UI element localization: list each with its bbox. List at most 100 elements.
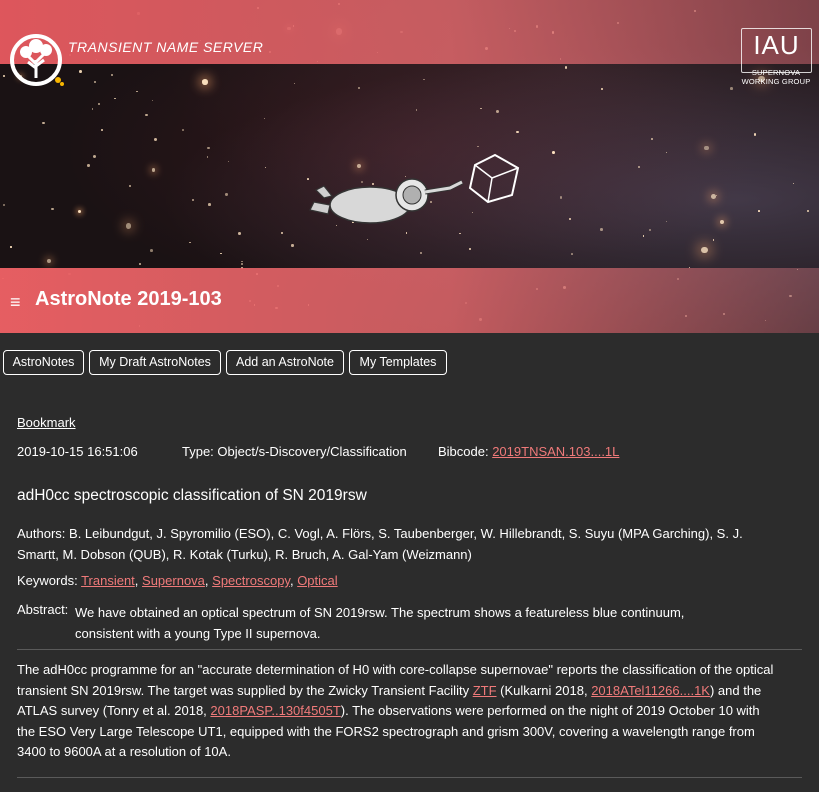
body-text: (Kulkarni 2018, bbox=[496, 682, 592, 698]
star bbox=[238, 232, 241, 236]
star bbox=[128, 184, 132, 188]
star bbox=[792, 183, 794, 185]
bibcode-row: Bibcode: 2019TNSAN.103....1L bbox=[438, 444, 619, 459]
star bbox=[94, 80, 97, 83]
bookmark-link[interactable]: Bookmark bbox=[17, 415, 76, 430]
keywords-label: Keywords: bbox=[17, 573, 82, 588]
ztf-link[interactable]: ZTF bbox=[473, 683, 497, 698]
star bbox=[281, 232, 283, 234]
star bbox=[704, 145, 709, 151]
divider bbox=[17, 649, 802, 650]
star bbox=[650, 138, 653, 141]
star bbox=[188, 241, 191, 244]
keyword-link[interactable]: Supernova bbox=[142, 573, 205, 588]
keyword-link[interactable]: Optical bbox=[297, 573, 337, 588]
star bbox=[206, 156, 208, 158]
abstract-text: We have obtained an optical spectrum of … bbox=[75, 602, 684, 644]
site-name[interactable]: TRANSIENT NAME SERVER bbox=[68, 39, 263, 55]
bibcode-link[interactable]: 2019TNSAN.103....1L bbox=[492, 444, 619, 459]
star bbox=[701, 246, 708, 254]
star bbox=[477, 145, 480, 148]
keyword-separator: , bbox=[134, 573, 143, 588]
astronotes-button[interactable]: AstroNotes bbox=[3, 350, 84, 375]
abstract-line1: We have obtained an optical spectrum of … bbox=[75, 605, 685, 620]
star bbox=[97, 102, 100, 105]
keyword-link[interactable]: Transient bbox=[81, 573, 135, 588]
star bbox=[202, 79, 208, 85]
star bbox=[559, 196, 563, 199]
iau-subtitle-line2: WORKING GROUP bbox=[741, 77, 811, 86]
authors-line2: Smartt, M. Dobson (QUB), R. Kotak (Turku… bbox=[17, 547, 472, 562]
iau-subtitle: SUPERNOVA WORKING GROUP bbox=[735, 68, 817, 86]
body-text: transient SN 2019rsw. The target was sup… bbox=[17, 682, 473, 698]
star bbox=[642, 235, 645, 237]
star bbox=[154, 138, 158, 142]
star bbox=[806, 209, 809, 212]
star bbox=[480, 108, 482, 110]
star bbox=[220, 252, 222, 255]
divider bbox=[17, 777, 802, 778]
star bbox=[78, 210, 82, 214]
star bbox=[293, 82, 295, 84]
star bbox=[516, 130, 519, 134]
note-title: adH0cc spectroscopic classification of S… bbox=[17, 487, 367, 504]
body-line4: the ESO Very Large Telescope UT1, equipp… bbox=[17, 723, 755, 739]
body-line3: ATLAS survey (Tonry et al. 2018, 2018PAS… bbox=[17, 701, 773, 722]
star bbox=[568, 217, 572, 221]
body-text: ). The observations were performed on th… bbox=[340, 703, 760, 718]
my-templates-button[interactable]: My Templates bbox=[349, 350, 447, 375]
pasp-link[interactable]: 2018PASP..130f4505T bbox=[210, 703, 340, 718]
star bbox=[241, 263, 244, 266]
star bbox=[150, 248, 154, 252]
star bbox=[552, 151, 556, 155]
note-body: The adH0cc programme for an "accurate de… bbox=[17, 660, 773, 763]
star bbox=[145, 113, 149, 117]
star bbox=[716, 194, 718, 196]
body-text: ) and the bbox=[709, 682, 762, 698]
star bbox=[110, 73, 114, 77]
star bbox=[10, 246, 12, 248]
my-draft-astronotes-button[interactable]: My Draft AstroNotes bbox=[89, 350, 221, 375]
star bbox=[91, 108, 94, 110]
page-title: AstroNote 2019-103 bbox=[35, 288, 222, 310]
star bbox=[100, 128, 104, 131]
star bbox=[114, 98, 116, 100]
body-line1: The adH0cc programme for an "accurate de… bbox=[17, 662, 774, 677]
star bbox=[151, 100, 153, 102]
star bbox=[87, 163, 91, 167]
iau-logo-text: IAU bbox=[753, 30, 800, 60]
astronaut-illustration bbox=[309, 153, 520, 224]
star bbox=[415, 109, 418, 111]
star bbox=[496, 110, 500, 114]
star bbox=[564, 66, 568, 70]
keyword-link[interactable]: Spectroscopy bbox=[212, 573, 290, 588]
star bbox=[208, 203, 211, 206]
star bbox=[207, 146, 210, 150]
star bbox=[571, 252, 574, 255]
star bbox=[719, 219, 724, 224]
star bbox=[3, 204, 5, 207]
tns-logo-icon[interactable] bbox=[8, 26, 66, 90]
star bbox=[291, 244, 294, 247]
star bbox=[125, 223, 132, 229]
hero-banner: TRANSIENT NAME SERVER IAU SUPERNOVA WORK… bbox=[0, 0, 819, 333]
star bbox=[265, 166, 267, 168]
star bbox=[151, 168, 156, 172]
body-text: ATLAS survey (Tonry et al. 2018, bbox=[17, 703, 211, 718]
star bbox=[263, 117, 265, 120]
star bbox=[225, 193, 228, 196]
atel-link[interactable]: 2018ATel11266....1K bbox=[591, 683, 710, 698]
abstract-line2: consistent with a young Type II supernov… bbox=[75, 626, 321, 641]
star bbox=[637, 165, 641, 169]
add-astronote-button[interactable]: Add an AstroNote bbox=[226, 350, 344, 375]
star bbox=[753, 133, 757, 136]
authors-line1: Authors: B. Leibundgut, J. Spyromilio (E… bbox=[17, 526, 743, 541]
star bbox=[78, 70, 82, 73]
star bbox=[51, 208, 54, 211]
star bbox=[710, 193, 716, 199]
star bbox=[758, 210, 760, 212]
star bbox=[181, 128, 184, 131]
hamburger-menu-icon[interactable]: ≡ bbox=[10, 292, 21, 313]
star bbox=[712, 239, 715, 242]
star bbox=[192, 198, 195, 201]
